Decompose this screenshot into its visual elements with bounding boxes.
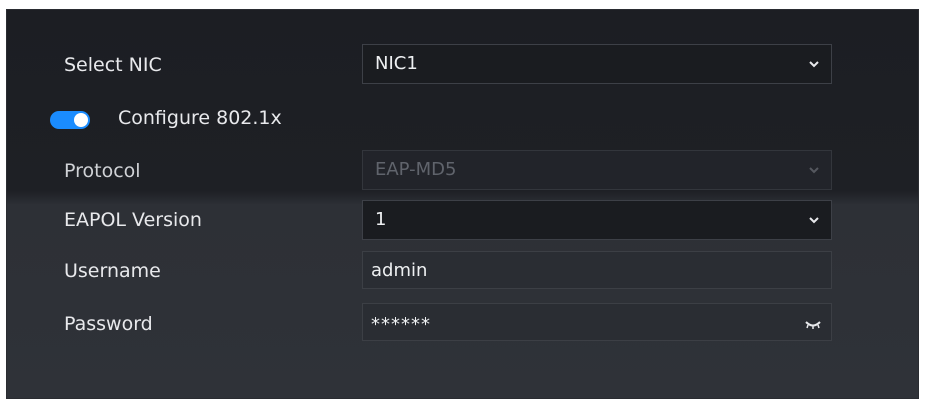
- username-label: Username: [64, 260, 161, 282]
- select-nic-value: NIC1: [375, 53, 418, 74]
- select-nic-dropdown[interactable]: NIC1: [362, 44, 832, 84]
- eapol-version-label: EAPOL Version: [64, 209, 202, 231]
- select-nic-label: Select NIC: [64, 54, 162, 76]
- password-label: Password: [64, 313, 153, 335]
- protocol-label: Protocol: [64, 160, 141, 182]
- configure-8021x-label: Configure 802.1x: [118, 107, 282, 129]
- username-input[interactable]: admin: [362, 251, 832, 289]
- protocol-value: EAP-MD5: [375, 159, 457, 180]
- eapol-version-dropdown[interactable]: 1: [362, 200, 832, 240]
- password-value: ******: [371, 314, 431, 335]
- protocol-dropdown: EAP-MD5: [362, 150, 832, 190]
- password-input[interactable]: ******: [362, 303, 832, 341]
- chevron-down-icon: [809, 217, 819, 224]
- eye-closed-icon[interactable]: [805, 318, 821, 330]
- eapol-version-value: 1: [375, 209, 387, 230]
- chevron-down-icon: [809, 61, 819, 68]
- username-value: admin: [371, 260, 428, 281]
- configure-8021x-toggle[interactable]: [50, 111, 90, 129]
- network-8021x-panel: Select NIC NIC1 Configure 802.1x Protoco…: [6, 9, 919, 399]
- toggle-knob: [74, 113, 88, 127]
- chevron-down-icon: [809, 167, 819, 174]
